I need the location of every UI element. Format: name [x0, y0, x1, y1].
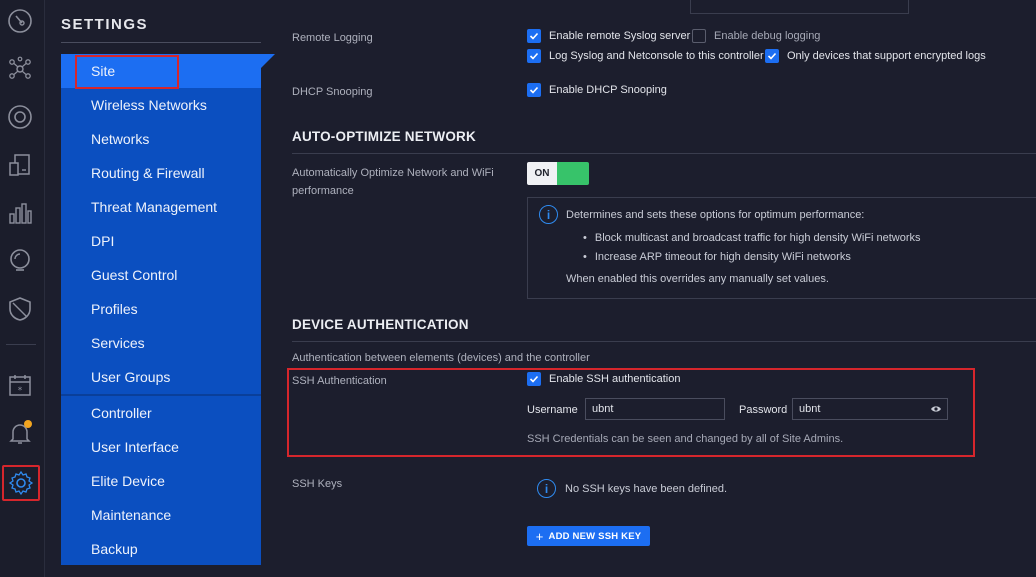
remote-logging-label: Remote Logging	[292, 32, 373, 44]
only-encrypted-checkbox[interactable]	[765, 49, 779, 63]
password-value: ubnt	[799, 403, 821, 415]
info-bullet: Block multicast and broadcast traffic fo…	[583, 232, 921, 244]
settings-menu: Site Wireless Networks Networks Routing …	[61, 54, 261, 565]
enable-dhcp-snooping-label: Enable DHCP Snooping	[549, 84, 667, 96]
menu-item-guest-control[interactable]: Guest Control	[61, 258, 261, 292]
auto-optimize-label-line2: performance	[292, 185, 354, 197]
settings-title: SETTINGS	[61, 16, 149, 33]
info-bullet: Increase ARP timeout for high density Wi…	[583, 251, 851, 263]
show-password-icon[interactable]	[930, 404, 942, 414]
icon-rail: *	[0, 0, 45, 577]
menu-item-profiles[interactable]: Profiles	[61, 292, 261, 326]
toggle-on-label: ON	[527, 162, 557, 185]
auto-optimize-section-title: AUTO-OPTIMIZE NETWORK	[292, 129, 476, 144]
menu-item-backup[interactable]: Backup	[61, 532, 261, 566]
alerts-icon[interactable]	[0, 415, 40, 451]
enable-ssh-label: Enable SSH authentication	[549, 373, 681, 385]
info-icon: i	[539, 205, 558, 224]
svg-text:*: *	[18, 386, 23, 396]
dashboard-icon[interactable]	[0, 3, 40, 39]
password-label: Password	[739, 404, 788, 416]
username-label: Username	[527, 404, 578, 416]
clients-icon[interactable]	[0, 147, 40, 183]
ssh-auth-label: SSH Authentication	[292, 375, 387, 387]
enable-debug-label: Enable debug logging	[714, 30, 821, 42]
menu-item-threat-management[interactable]: Threat Management	[61, 190, 261, 224]
menu-item-maintenance[interactable]: Maintenance	[61, 498, 261, 532]
enable-syslog-label: Enable remote Syslog server	[549, 30, 691, 42]
ssh-keys-label: SSH Keys	[292, 478, 343, 490]
add-new-ssh-key-button[interactable]: + ADD NEW SSH KEY	[527, 526, 650, 546]
section-divider	[292, 153, 1036, 154]
notification-dot	[24, 420, 32, 428]
menu-item-user-groups[interactable]: User Groups	[61, 360, 261, 394]
enable-debug-checkbox[interactable]	[692, 29, 706, 43]
security-icon[interactable]	[0, 291, 40, 327]
insights-icon[interactable]	[0, 243, 40, 279]
enable-dhcp-snooping-checkbox[interactable]	[527, 83, 541, 97]
ssh-credentials-note: SSH Credentials can be seen and changed …	[527, 433, 844, 445]
device-auth-subtitle: Authentication between elements (devices…	[292, 352, 590, 364]
username-value: ubnt	[592, 403, 614, 415]
section-divider	[292, 341, 1036, 342]
info-outro: When enabled this overrides any manually…	[566, 273, 829, 285]
calendar-icon[interactable]: *	[0, 367, 40, 403]
log-syslog-netconsole-checkbox[interactable]	[527, 49, 541, 63]
only-encrypted-label: Only devices that support encrypted logs	[787, 50, 986, 62]
menu-selection-pointer	[261, 54, 275, 68]
site-highlight-box	[75, 55, 179, 89]
password-input[interactable]: ubnt	[792, 398, 948, 420]
enable-syslog-checkbox[interactable]	[527, 29, 541, 43]
info-icon: i	[537, 479, 556, 498]
statistics-icon[interactable]	[0, 195, 40, 231]
menu-item-controller[interactable]: Controller	[61, 396, 261, 430]
enable-ssh-checkbox[interactable]	[527, 372, 541, 386]
info-intro: Determines and sets these options for op…	[566, 209, 865, 221]
no-ssh-keys-message: No SSH keys have been defined.	[565, 483, 728, 495]
settings-title-underline	[61, 42, 261, 43]
menu-item-services[interactable]: Services	[61, 326, 261, 360]
auto-optimize-label-line1: Automatically Optimize Network and WiFi	[292, 167, 494, 179]
dhcp-snooping-label: DHCP Snooping	[292, 86, 373, 98]
auto-optimize-info-box: i Determines and sets these options for …	[527, 197, 1036, 299]
add-new-ssh-key-label: ADD NEW SSH KEY	[548, 530, 642, 542]
menu-item-wireless-networks[interactable]: Wireless Networks	[61, 88, 261, 122]
plus-icon: +	[535, 528, 544, 544]
toggle-track	[557, 162, 589, 185]
menu-item-networks[interactable]: Networks	[61, 122, 261, 156]
auto-optimize-toggle[interactable]: ON	[527, 162, 589, 185]
rail-divider	[6, 344, 36, 345]
username-input[interactable]: ubnt	[585, 398, 725, 420]
menu-item-elite-device[interactable]: Elite Device	[61, 464, 261, 498]
device-auth-section-title: DEVICE AUTHENTICATION	[292, 317, 469, 332]
devices-icon[interactable]	[0, 99, 40, 135]
menu-item-user-interface[interactable]: User Interface	[61, 430, 261, 464]
menu-item-dpi[interactable]: DPI	[61, 224, 261, 258]
topology-icon[interactable]	[0, 51, 40, 87]
log-syslog-netconsole-label: Log Syslog and Netconsole to this contro…	[549, 50, 764, 62]
settings-icon[interactable]	[2, 465, 40, 501]
truncated-input-field[interactable]	[690, 0, 909, 14]
menu-item-routing-firewall[interactable]: Routing & Firewall	[61, 156, 261, 190]
